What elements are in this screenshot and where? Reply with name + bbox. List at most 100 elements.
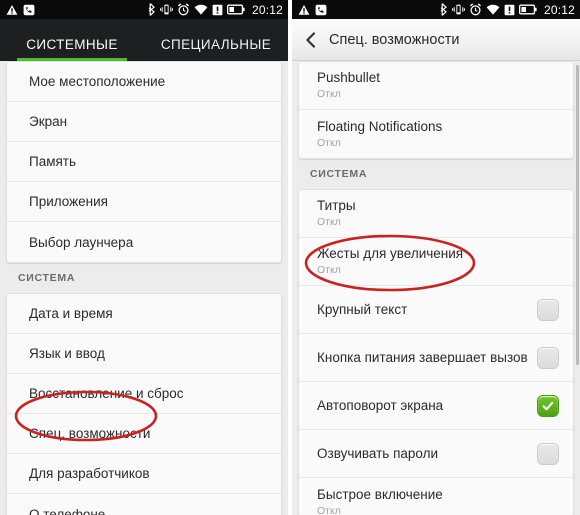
checkbox-power-button-ends-call[interactable] [537, 346, 559, 369]
tab-label: СИСТЕМНЫЕ [26, 37, 118, 52]
list-item-developer-options[interactable]: Для разработчиков [7, 454, 281, 494]
list-item-text: Озвучивать пароли [317, 446, 529, 462]
list-item-title: Автоповорот экрана [317, 397, 444, 413]
list-item-label: Для разработчиков [29, 466, 150, 481]
checkbox-speak-passwords[interactable] [537, 442, 559, 465]
list-item-text: Крупный текст [317, 302, 529, 318]
list-item-label: Экран [29, 114, 68, 129]
list-item-label: Дата и время [29, 306, 113, 321]
vibrate-icon [160, 4, 173, 15]
status-icons-right: 20:12 [147, 3, 283, 17]
list-item-label: Приложения [29, 194, 108, 209]
right-phone-screen: 20:12 Спец. возможности Pushbullet Откл [292, 0, 580, 515]
list-item-quick-boot[interactable]: Быстрое включение Откл [299, 478, 573, 515]
warning-icon [6, 4, 18, 15]
back-chevron-icon[interactable] [302, 31, 320, 49]
alarm-icon [177, 3, 190, 16]
list-item-text: Floating Notifications Откл [317, 119, 559, 150]
list-item-subtitle: Откл [317, 504, 341, 515]
list-item-title: Pushbullet [317, 70, 381, 85]
settings-group-general: Мое местоположение Экран Память Приложен… [6, 61, 282, 263]
left-settings-list[interactable]: Мое местоположение Экран Память Приложен… [0, 61, 288, 515]
accessibility-settings-list[interactable]: Pushbullet Откл Floating Notifications О… [292, 61, 580, 515]
list-item-speak-passwords[interactable]: Озвучивать пароли [299, 430, 573, 478]
list-item-text: Быстрое включение Откл [317, 487, 559, 515]
list-item-about-phone[interactable]: О телефоне [7, 494, 281, 515]
battery-icon [226, 4, 245, 15]
group-header-system: СИСТЕМА [18, 272, 76, 284]
list-item-text: Автоповорот экрана [317, 398, 529, 414]
vibrate-icon [452, 4, 465, 15]
list-item-launcher-select[interactable]: Выбор лаунчера [7, 222, 281, 262]
list-item-large-text[interactable]: Крупный текст [299, 286, 573, 334]
list-item-title: Крупный текст [317, 301, 408, 317]
status-clock: 20:12 [543, 2, 575, 17]
list-item-subtitle: Откл [317, 88, 341, 100]
status-clock: 20:12 [251, 2, 283, 17]
list-item-text: Жесты для увеличения Откл [317, 246, 559, 277]
list-item-floating-notifications[interactable]: Floating Notifications Откл [299, 110, 573, 158]
list-item-my-location[interactable]: Мое местоположение [7, 62, 281, 102]
bluetooth-icon [440, 3, 447, 16]
tab-systemnye[interactable]: СИСТЕМНЫЕ [0, 37, 144, 61]
list-item-text: Титры Откл [317, 198, 559, 229]
check-icon [542, 401, 554, 410]
list-item-label: Восстановление и сброс [29, 386, 184, 401]
list-item-label: Память [29, 154, 77, 169]
list-item-text: Pushbullet Откл [317, 70, 559, 101]
alarm-icon [469, 3, 482, 16]
list-item-magnification-gestures[interactable]: Жесты для увеличения Откл [299, 238, 573, 286]
wifi-icon [486, 4, 500, 15]
list-item-label: Спец. возможности [29, 426, 151, 441]
list-item-apps[interactable]: Приложения [7, 182, 281, 222]
missed-call-icon [23, 4, 35, 15]
status-icons-left [298, 4, 327, 16]
tab-bar: СИСТЕМНЫЕ СПЕЦИАЛЬНЫЕ [0, 19, 288, 61]
list-item-title: Жесты для увеличения [317, 246, 464, 261]
battery-icon [518, 4, 537, 15]
sim-alert-icon [504, 4, 515, 15]
sim-alert-icon [212, 4, 223, 15]
list-item-captions[interactable]: Титры Откл [299, 190, 573, 238]
list-item-accessibility[interactable]: Спец. возможности [7, 414, 281, 454]
list-item-subtitle: Откл [317, 136, 341, 149]
status-icons-left [6, 4, 35, 16]
group-header-system: СИСТЕМА [310, 168, 368, 180]
dual-screenshot-container: 20:12 СИСТЕМНЫЕ СПЕЦИАЛЬНЫЕ Мое местопол… [0, 0, 580, 515]
list-item-title: Быстрое включение [317, 486, 443, 502]
list-item-auto-rotate-screen[interactable]: Автоповорот экрана [299, 382, 573, 430]
list-item-title: Титры [317, 198, 356, 213]
page-title: Спец. возможности [329, 31, 460, 48]
missed-call-icon [315, 4, 327, 15]
list-item-backup-reset[interactable]: Восстановление и сброс [7, 374, 281, 414]
list-item-label: О телефоне [29, 506, 106, 515]
list-item-storage[interactable]: Память [7, 142, 281, 182]
wifi-icon [194, 4, 208, 15]
checkbox-auto-rotate-screen[interactable] [537, 394, 559, 417]
list-item-date-time[interactable]: Дата и время [7, 294, 281, 334]
list-item-label: Язык и ввод [29, 346, 105, 361]
tab-spetsialnye[interactable]: СПЕЦИАЛЬНЫЕ [144, 37, 288, 61]
settings-group-system: Титры Откл Жесты для увеличения Откл Кру… [298, 189, 574, 515]
list-item-title: Озвучивать пароли [317, 445, 439, 461]
list-item-subtitle: Откл [317, 264, 341, 276]
list-item-text: Кнопка питания завершает вызов [317, 350, 529, 366]
list-item-subtitle: Откл [317, 216, 341, 228]
settings-group-services: Pushbullet Откл Floating Notifications О… [298, 61, 574, 159]
action-bar: Спец. возможности [292, 19, 580, 61]
status-icons-right: 20:12 [439, 3, 575, 17]
warning-icon [298, 4, 310, 15]
list-item-power-button-ends-call[interactable]: Кнопка питания завершает вызов [299, 334, 573, 382]
tab-label: СПЕЦИАЛЬНЫЕ [160, 37, 272, 52]
list-item-label: Мое местоположение [29, 74, 166, 89]
status-bar-left: 20:12 [0, 0, 288, 19]
vertical-scrollbar[interactable] [576, 65, 579, 365]
status-bar-right: 20:12 [292, 0, 580, 19]
bluetooth-icon [148, 3, 155, 16]
left-phone-screen: 20:12 СИСТЕМНЫЕ СПЕЦИАЛЬНЫЕ Мое местопол… [0, 0, 288, 515]
checkbox-large-text[interactable] [537, 298, 559, 321]
list-item-pushbullet[interactable]: Pushbullet Откл [299, 62, 573, 110]
list-item-title: Floating Notifications [317, 118, 443, 134]
list-item-language-input[interactable]: Язык и ввод [7, 334, 281, 374]
list-item-display[interactable]: Экран [7, 102, 281, 142]
